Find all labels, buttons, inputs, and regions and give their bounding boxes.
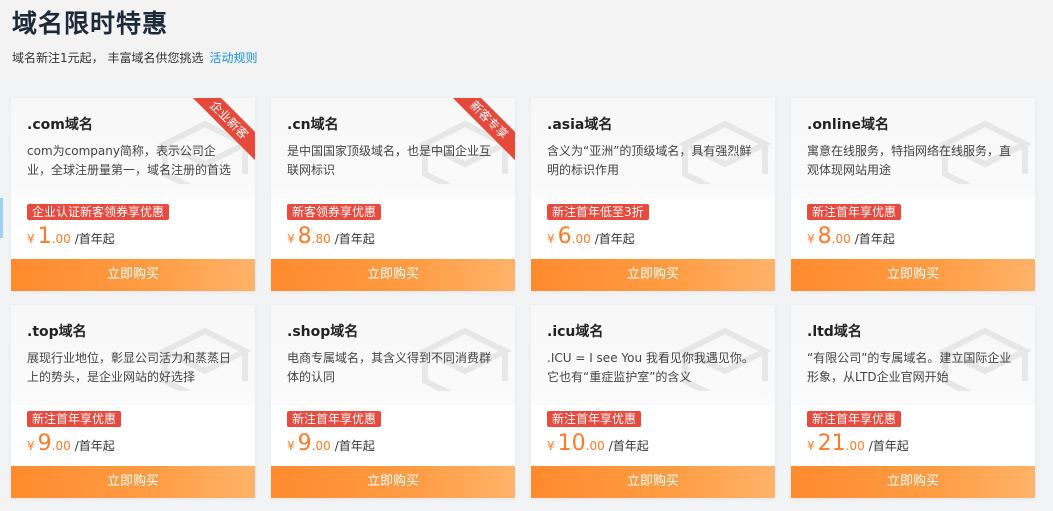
price: ¥8.00/首年起 <box>807 224 895 249</box>
card-title: .online域名 <box>807 117 889 133</box>
buy-now-button[interactable]: 立即购买 <box>271 466 515 498</box>
page-header: 域名限时特惠 域名新注1元起， 丰富域名供您挑选 活动规则 <box>0 0 1053 82</box>
price-integer: 21 <box>817 431 846 456</box>
price-integer: 6 <box>557 224 572 249</box>
buy-now-button[interactable]: 立即购买 <box>271 259 515 291</box>
page-subtitle: 域名新注1元起， 丰富域名供您挑选 活动规则 <box>12 49 257 66</box>
domain-card-grid: .com域名 com为company简称，表示公司企业，全球注册量第一，域名注册… <box>11 98 1045 498</box>
promo-badge: 企业认证新客领券享优惠 <box>27 204 170 220</box>
buy-now-button[interactable]: 立即购买 <box>11 466 255 498</box>
card-description: 含义为“亚洲”的顶级域名，具有强烈鲜明的标识作用 <box>547 144 752 177</box>
promo-badge: 新注首年享优惠 <box>547 411 642 427</box>
price-unit: /首年起 <box>868 439 909 453</box>
price: ¥6.00/首年起 <box>547 224 635 249</box>
domain-card-com: .com域名 com为company简称，表示公司企业，全球注册量第一，域名注册… <box>11 98 255 291</box>
card-description: com为company简称，表示公司企业，全球注册量第一，域名注册的首选 <box>27 144 232 177</box>
price: ¥21.00/首年起 <box>807 431 909 456</box>
card-title: .cn域名 <box>287 117 339 133</box>
currency-symbol: ¥ <box>27 439 35 453</box>
card-title: .shop域名 <box>287 324 359 340</box>
page-title: 域名限时特惠 <box>12 9 169 38</box>
card-description: 展现行业地位，彰显公司活力和蒸蒸日上的势头，是企业网站的好选择 <box>27 351 232 384</box>
price-unit: /首年起 <box>608 439 649 453</box>
price-integer: 8 <box>817 224 832 249</box>
price-integer: 8 <box>297 224 312 249</box>
currency-symbol: ¥ <box>287 439 295 453</box>
currency-symbol: ¥ <box>27 232 35 246</box>
card-title: .com域名 <box>27 117 93 133</box>
price-decimal: .00 <box>571 232 591 246</box>
card-description: 寓意在线服务，特指网络在线服务，直观体现网站用途 <box>807 144 1012 177</box>
buy-now-button[interactable]: 立即购买 <box>531 466 775 498</box>
buy-now-button[interactable]: 立即购买 <box>791 466 1035 498</box>
domain-card-asia: .asia域名 含义为“亚洲”的顶级域名，具有强烈鲜明的标识作用 新注首年低至3… <box>531 98 775 291</box>
promo-badge: 新注首年享优惠 <box>287 411 382 427</box>
price-decimal: .00 <box>51 439 71 453</box>
price-decimal: .00 <box>831 232 851 246</box>
card-title: .ltd域名 <box>807 324 862 340</box>
domain-card-online: .online域名 寓意在线服务，特指网络在线服务，直观体现网站用途 新注首年享… <box>791 98 1035 291</box>
price-unit: /首年起 <box>854 232 895 246</box>
price-decimal: .00 <box>585 439 605 453</box>
domain-card-shop: .shop域名 电商专属域名，其含义得到不同消费群体的认同 新注首年享优惠 ¥9… <box>271 305 515 498</box>
buy-now-button[interactable]: 立即购买 <box>11 259 255 291</box>
currency-symbol: ¥ <box>547 439 555 453</box>
price-unit: /首年起 <box>334 232 375 246</box>
currency-symbol: ¥ <box>807 439 815 453</box>
currency-symbol: ¥ <box>287 232 295 246</box>
promo-badge: 新注首年享优惠 <box>27 411 122 427</box>
price-integer: 9 <box>37 431 52 456</box>
buy-now-button[interactable]: 立即购买 <box>531 259 775 291</box>
currency-symbol: ¥ <box>547 232 555 246</box>
price-unit: /首年起 <box>334 439 375 453</box>
price-unit: /首年起 <box>594 232 635 246</box>
price-integer: 9 <box>297 431 312 456</box>
price: ¥9.00/首年起 <box>287 431 375 456</box>
domain-card-cn: .cn域名 是中国国家顶级域名，也是中国企业互联网标识 新客领券享优惠 ¥8.8… <box>271 98 515 291</box>
price-integer: 1 <box>37 224 52 249</box>
price: ¥10.00/首年起 <box>547 431 649 456</box>
card-description: 是中国国家顶级域名，也是中国企业互联网标识 <box>287 144 492 177</box>
promo-badge: 新注首年享优惠 <box>807 411 902 427</box>
buy-now-button[interactable]: 立即购买 <box>791 259 1035 291</box>
card-description: .ICU = I see You 我看见你我遇见你。它也有“重症监护室”的含义 <box>547 351 754 384</box>
domain-card-ltd: .ltd域名 “有限公司”的专属域名。建立国际企业形象，从LTD企业官网开始 新… <box>791 305 1035 498</box>
card-description: “有限公司”的专属域名。建立国际企业形象，从LTD企业官网开始 <box>807 351 1012 384</box>
price-integer: 10 <box>557 431 586 456</box>
price-decimal: .00 <box>845 439 865 453</box>
price: ¥1.00/首年起 <box>27 224 115 249</box>
price: ¥9.00/首年起 <box>27 431 115 456</box>
domain-card-icu: .icu域名 .ICU = I see You 我看见你我遇见你。它也有“重症监… <box>531 305 775 498</box>
card-title: .top域名 <box>27 324 87 340</box>
price-decimal: .80 <box>311 232 331 246</box>
promo-badge: 新注首年享优惠 <box>807 204 902 220</box>
currency-symbol: ¥ <box>807 232 815 246</box>
left-accent-bar <box>0 198 3 238</box>
card-title: .asia域名 <box>547 117 613 133</box>
price: ¥8.80/首年起 <box>287 224 375 249</box>
rules-link[interactable]: 活动规则 <box>209 51 257 65</box>
price-unit: /首年起 <box>74 232 115 246</box>
promo-badge: 新客领券享优惠 <box>287 204 382 220</box>
subtitle-text: 域名新注1元起， 丰富域名供您挑选 <box>12 51 204 65</box>
card-title: .icu域名 <box>547 324 604 340</box>
price-decimal: .00 <box>311 439 331 453</box>
promo-badge: 新注首年低至3折 <box>547 204 649 220</box>
price-unit: /首年起 <box>74 439 115 453</box>
price-decimal: .00 <box>51 232 71 246</box>
domain-card-top: .top域名 展现行业地位，彰显公司活力和蒸蒸日上的势头，是企业网站的好选择 新… <box>11 305 255 498</box>
card-description: 电商专属域名，其含义得到不同消费群体的认同 <box>287 351 492 384</box>
